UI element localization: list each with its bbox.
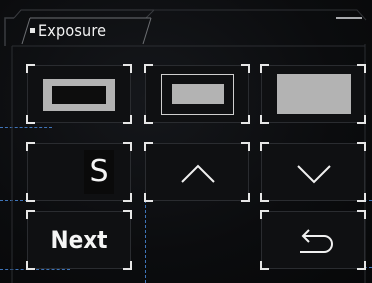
back-button[interactable] [260,210,366,270]
metering-center-button[interactable] [144,64,250,124]
increase-button[interactable] [144,142,250,202]
metering-center-icon [161,74,234,115]
title-bullet-icon [30,28,35,33]
chevron-up-icon [181,164,215,183]
metering-spot-icon [43,79,115,111]
metering-full-icon [277,74,351,114]
panel-title: Exposure [38,21,107,40]
exposure-panel-screen: Exposure S Next [0,0,372,283]
shutter-priority-button[interactable]: S [26,142,132,202]
next-button[interactable]: Next [26,210,132,270]
metering-full-button[interactable] [260,64,366,124]
chevron-down-icon [297,165,331,184]
return-arrow-icon [300,229,333,253]
next-label: Next [50,226,108,254]
metering-spot-button[interactable] [26,64,132,124]
decrease-button[interactable] [260,142,366,202]
shutter-priority-label: S [84,150,114,194]
